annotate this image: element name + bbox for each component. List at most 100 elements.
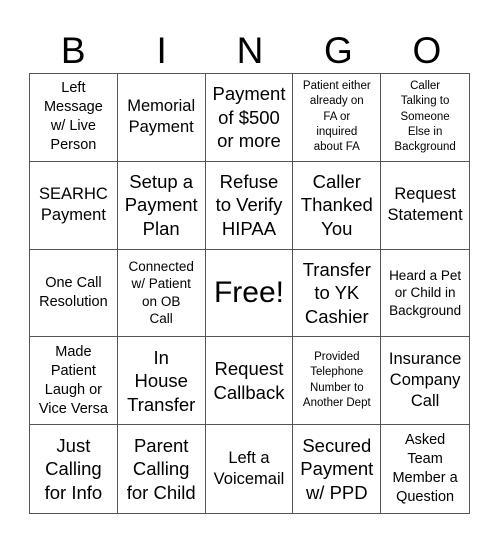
cell-text: One Call Resolution [39, 274, 108, 312]
cell-text-line: Callback [213, 381, 285, 403]
cell-text-line: of $500 [218, 106, 280, 128]
cell-text: Provided Telephone Number to Another Dept [303, 350, 371, 411]
cell-text-line: Memorial [127, 97, 196, 116]
cell-text: Patient either already on FA or inquired abo… [303, 79, 371, 155]
cell-text-line: Team [407, 451, 443, 468]
cell-text-line: Payment [300, 458, 374, 480]
cell-text-line: Left [61, 80, 86, 97]
cell-text-line: Someone [400, 110, 450, 123]
bingo-cell[interactable]: SEARHC Payment [30, 161, 118, 250]
bingo-header: B I N G O [29, 30, 471, 72]
cell-text-line: Connected [128, 258, 194, 274]
cell-text-line: Talking to [400, 95, 450, 108]
free-space-cell[interactable]: Free! [205, 249, 294, 338]
bingo-cell[interactable]: Made Patient Laugh or Vice Versa [30, 337, 118, 426]
bingo-cell[interactable]: Patient either already on FA or inquired abo… [293, 74, 382, 162]
cell-text-line: Person [50, 137, 97, 154]
cell-text-line: One Call [45, 274, 102, 291]
bingo-cell[interactable]: Secured Payment w/ PPD [293, 425, 382, 513]
bingo-cell[interactable]: Payment of $500 or more [205, 74, 294, 162]
cell-text: Setup a Payment Plan [125, 170, 198, 241]
cell-text-line: Asked [404, 432, 446, 449]
bingo-cell[interactable]: Memorial Payment [117, 74, 206, 162]
cell-text-line: Background [389, 302, 462, 318]
bingo-cell[interactable]: Request Statement [381, 162, 469, 250]
cell-text-line: Request [394, 185, 456, 204]
cell-text: Memorial Payment [127, 96, 195, 138]
cell-text-line: Payment [128, 118, 194, 137]
cell-text-line: Patient [50, 362, 96, 379]
cell-text-line: Caller [410, 80, 441, 93]
cell-text-line: for Info [44, 481, 103, 503]
bingo-cell[interactable]: Caller Talking to Someone Else in Background [381, 74, 469, 162]
cell-text-line: Background [394, 141, 456, 154]
cell-text-line: Question [396, 489, 455, 506]
cell-text: Refuse to Verify HIPAA [216, 170, 283, 241]
cell-text-line: Provided [314, 351, 360, 364]
header-letter-g: G [324, 30, 353, 71]
cell-text: Caller Talking to Someone Else in Background [394, 79, 455, 155]
cell-text-line: Insurance [388, 350, 462, 369]
cell-text-line: Call [410, 392, 440, 411]
cell-text-line: Just [56, 434, 91, 456]
cell-text-line: about FA [313, 141, 360, 154]
bingo-cell[interactable]: Provided Telephone Number to Another Dept [293, 337, 382, 426]
bingo-cell[interactable]: Heard a Pet or Child in Background [381, 250, 469, 338]
bingo-cell[interactable]: Left a Voicemail [206, 425, 294, 513]
cell-text-line: Calling [132, 458, 190, 480]
bingo-cell[interactable]: Setup a Payment Plan [117, 161, 206, 250]
bingo-cell[interactable]: Asked Team Member a Question [381, 425, 469, 513]
cell-text-line: w/ PPD [305, 481, 368, 503]
cell-text-line: Another Dept [302, 397, 371, 410]
bingo-cell[interactable]: One Call Resolution [30, 249, 118, 338]
cell-text-line: Heard a Pet [389, 267, 462, 283]
cell-text-line: Vice Versa [38, 400, 108, 417]
cell-text: Payment of $500 or more [212, 82, 285, 153]
bingo-cell[interactable]: Request Callback [205, 337, 294, 426]
cell-text: Left a Voicemail [214, 448, 285, 490]
bingo-cell[interactable]: Refuse to Verify HIPAA [205, 161, 294, 250]
cell-text-line: Payment [212, 83, 286, 105]
cell-text-line: Transfer [127, 393, 196, 415]
cell-text-line: Calling [45, 458, 102, 480]
header-letter-n: N [236, 30, 264, 71]
cell-text-line: inquired [316, 126, 358, 139]
cell-text-line: Free! [213, 275, 284, 309]
cell-text-line: Company [389, 371, 461, 390]
cell-text-line: Transfer [302, 258, 371, 280]
bingo-cell[interactable]: Left Message w/ Live Person [30, 74, 118, 162]
cell-text: Left Message w/ Live Person [44, 79, 103, 155]
cell-text-line: Statement [387, 206, 463, 225]
cell-text: Heard a Pet or Child in Background [389, 267, 461, 320]
cell-text: Just Calling for Info [45, 434, 103, 505]
header-letter-b: B [60, 30, 86, 71]
cell-text-line: Member a [392, 470, 458, 487]
bingo-cell[interactable]: Connected w/ Patient on OB Call [117, 249, 206, 338]
cell-text-line: Resolution [39, 293, 108, 310]
bingo-cell[interactable]: Insurance Company Call [381, 337, 469, 426]
cell-text-line: Plan [142, 217, 180, 239]
bingo-card-grid: Left Message w/ Live Person Memorial Payment P… [29, 73, 470, 514]
header-letter-o: O [412, 30, 442, 71]
cell-text: Asked Team Member a Question [392, 431, 457, 507]
cell-text: Secured Payment w/ PPD [300, 434, 373, 505]
cell-text-line: HIPAA [221, 217, 277, 239]
bingo-cell[interactable]: In House Transfer [117, 337, 206, 426]
cell-text-line: already on [309, 95, 364, 108]
header-letter-i: I [156, 30, 167, 71]
cell-text-line: Call [149, 311, 173, 327]
bingo-cell[interactable]: Caller Thanked You [293, 161, 382, 250]
bingo-cell[interactable]: Transfer to YK Cashier [293, 249, 382, 338]
cell-text: Made Patient Laugh or Vice Versa [39, 343, 108, 419]
cell-text-line: FA or [323, 110, 351, 123]
cell-text-line: on OB [142, 293, 181, 309]
cell-text-line: In [153, 346, 169, 368]
bingo-cell[interactable]: Parent Calling for Child [118, 425, 206, 513]
cell-text: Connected w/ Patient on OB Call [129, 258, 194, 328]
cell-text-line: w/ Patient [131, 276, 191, 292]
cell-text-line: Patient either [302, 80, 371, 93]
cell-text-line: Telephone [310, 366, 364, 379]
bingo-cell[interactable]: Just Calling for Info [30, 425, 118, 513]
cell-text-line: Else in [407, 126, 443, 139]
cell-text: Request Statement [387, 184, 462, 226]
